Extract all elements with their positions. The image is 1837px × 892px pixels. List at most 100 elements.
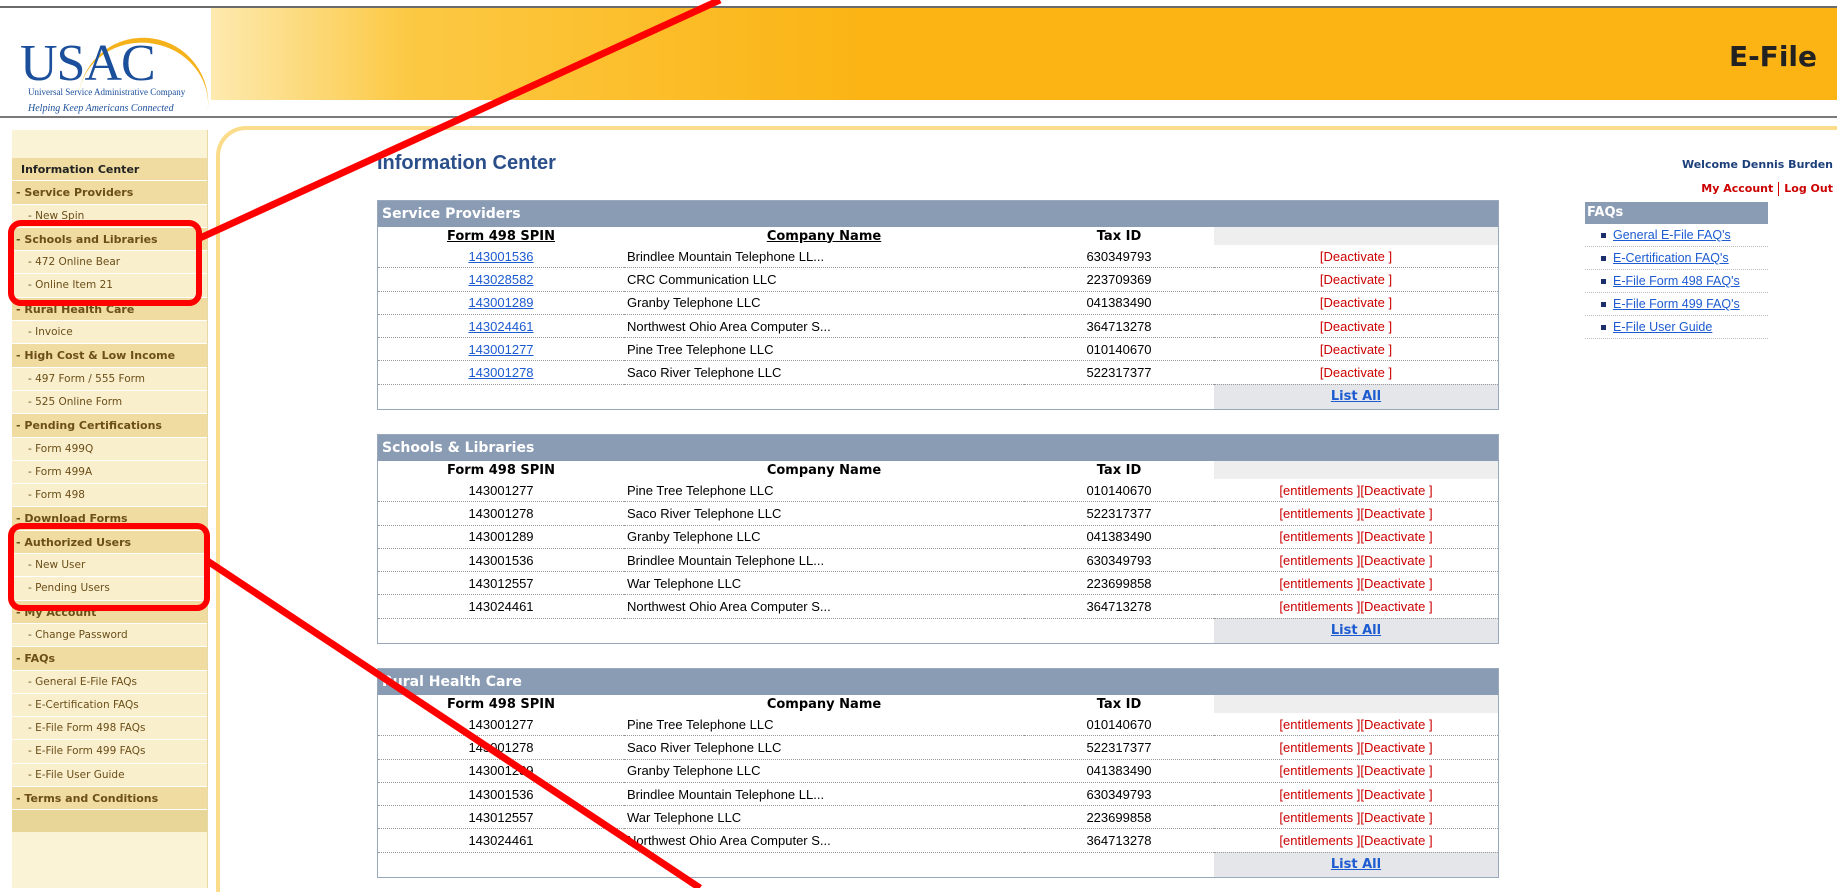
tax-id-cell: 010140670 (1024, 479, 1214, 503)
sidebar-section[interactable]: - Pending Certifications (12, 414, 207, 438)
actions-cell: [entitlements ][Deactivate ] (1214, 713, 1498, 737)
spin-cell: 143001289 (378, 759, 624, 783)
sidebar-section[interactable]: - Schools and Libraries (12, 227, 207, 252)
sidebar-section[interactable]: - High Cost & Low Income (12, 344, 207, 368)
sidebar-section[interactable]: - Rural Health Care (12, 297, 207, 322)
list-all-link[interactable]: List All (1331, 857, 1381, 872)
entitlements-link[interactable]: [entitlements ] (1279, 599, 1360, 614)
deactivate-link[interactable]: [Deactivate ] (1360, 763, 1432, 778)
deactivate-link[interactable]: [Deactivate ] (1360, 599, 1432, 614)
table-row: 143012557 War Telephone LLC 223699858 [enti… (378, 571, 1498, 596)
tax-id-cell: 041383490 (1024, 291, 1214, 315)
column-header-company[interactable]: Company Name (624, 227, 1024, 245)
deactivate-link[interactable]: [Deactivate ] (1360, 553, 1432, 568)
spin-link[interactable]: 143001289 (468, 295, 533, 310)
table-row: 143001536 Brindlee Mountain Telephone LL.… (378, 245, 1498, 269)
sidebar-item[interactable]: - Change Password (12, 623, 207, 648)
spin-link[interactable]: 143001536 (468, 249, 533, 264)
faq-link[interactable]: E-File User Guide (1613, 320, 1712, 334)
entitlements-link[interactable]: [entitlements ] (1279, 787, 1360, 802)
entitlements-link[interactable]: [entitlements ] (1279, 576, 1360, 591)
sidebar-section[interactable]: - My Account (12, 600, 207, 624)
spin-link[interactable]: 143028582 (468, 272, 533, 287)
sidebar-section[interactable]: - Terms and Conditions (12, 787, 207, 811)
faq-link[interactable]: General E-File FAQ's (1613, 228, 1731, 242)
actions-cell: [entitlements ][Deactivate ] (1214, 525, 1498, 549)
tax-id-cell: 041383490 (1024, 525, 1214, 549)
entitlements-link[interactable]: [entitlements ] (1279, 763, 1360, 778)
my-account-link[interactable]: My Account (1701, 182, 1773, 195)
sidebar-section[interactable]: - FAQs (12, 647, 207, 671)
entitlements-link[interactable]: [entitlements ] (1279, 717, 1360, 732)
deactivate-link[interactable]: [Deactivate ] (1360, 787, 1432, 802)
entitlements-link[interactable]: [entitlements ] (1279, 553, 1360, 568)
spin-link[interactable]: 143024461 (468, 319, 533, 334)
sidebar-item[interactable]: - New Spin (12, 204, 207, 228)
sidebar-title[interactable]: Information Center (12, 158, 207, 182)
deactivate-link[interactable]: [Deactivate ] (1320, 365, 1392, 380)
log-out-link[interactable]: Log Out (1784, 182, 1833, 195)
deactivate-link[interactable]: [Deactivate ] (1320, 319, 1392, 334)
table-row: 143001278 Saco River Telephone LLC 5223173… (378, 735, 1498, 760)
entitlements-link[interactable]: [entitlements ] (1279, 529, 1360, 544)
spin-link[interactable]: 143001277 (468, 342, 533, 357)
deactivate-link[interactable]: [Deactivate ] (1320, 272, 1392, 287)
sidebar-item[interactable]: - General E-File FAQs (12, 670, 207, 694)
column-header-actions (1214, 461, 1498, 479)
sidebar-item[interactable]: - Invoice (12, 321, 207, 345)
table-row: 143001536 Brindlee Mountain Telephone LL.… (378, 782, 1498, 807)
deactivate-link[interactable]: [Deactivate ] (1360, 740, 1432, 755)
list-all-link[interactable]: List All (1331, 623, 1381, 638)
entitlements-link[interactable]: [entitlements ] (1279, 740, 1360, 755)
company-cell: Granby Telephone LLC (624, 525, 1024, 549)
deactivate-link[interactable]: [Deactivate ] (1320, 295, 1392, 310)
table-header-row: Form 498 SPIN Company Name Tax ID (378, 461, 1498, 479)
company-cell: Pine Tree Telephone LLC (624, 713, 1024, 737)
actions-cell: [entitlements ][Deactivate ] (1214, 501, 1498, 526)
sidebar-item[interactable]: - Form 498 (12, 484, 207, 508)
tax-id-cell: 630349793 (1024, 245, 1214, 269)
spin-link[interactable]: 143001278 (468, 365, 533, 380)
sidebar-item[interactable]: - New User (12, 554, 207, 578)
sidebar-section[interactable]: - Service Providers (12, 181, 207, 205)
sidebar-item[interactable]: - Form 499Q (12, 437, 207, 461)
tax-id-cell: 364713278 (1024, 828, 1214, 853)
entitlements-link[interactable]: [entitlements ] (1279, 506, 1360, 521)
header: USAC Universal Service Administrative Co… (0, 0, 1837, 122)
column-header-spin[interactable]: Form 498 SPIN (378, 227, 624, 245)
deactivate-link[interactable]: [Deactivate ] (1360, 810, 1432, 825)
faq-link[interactable]: E-File Form 499 FAQ's (1613, 297, 1740, 311)
deactivate-link[interactable]: [Deactivate ] (1320, 249, 1392, 264)
sidebar-section[interactable]: - Download Forms (12, 507, 207, 531)
deactivate-link[interactable]: [Deactivate ] (1360, 576, 1432, 591)
list-all-link[interactable]: List All (1331, 389, 1381, 404)
faq-link[interactable]: E-File Form 498 FAQ's (1613, 274, 1740, 288)
deactivate-link[interactable]: [Deactivate ] (1360, 717, 1432, 732)
table-row: 143024461 Northwest Ohio Area Computer S.… (378, 594, 1498, 619)
sidebar-item[interactable]: - E-File Form 498 FAQs (12, 717, 207, 741)
sidebar-item[interactable]: - E-File User Guide (12, 763, 207, 788)
entitlements-link[interactable]: [entitlements ] (1279, 483, 1360, 498)
sidebar-item[interactable]: - Form 499A (12, 460, 207, 485)
spin-cell: 143001277 (378, 337, 624, 362)
sidebar-item[interactable]: - Pending Users (12, 577, 207, 601)
deactivate-link[interactable]: [Deactivate ] (1360, 833, 1432, 848)
entitlements-link[interactable]: [entitlements ] (1279, 810, 1360, 825)
sidebar-item[interactable]: - E-File Form 499 FAQs (12, 740, 207, 764)
spin-cell: 143001536 (378, 548, 624, 573)
deactivate-link[interactable]: [Deactivate ] (1320, 342, 1392, 357)
tax-id-cell: 630349793 (1024, 548, 1214, 573)
deactivate-link[interactable]: [Deactivate ] (1360, 529, 1432, 544)
sidebar-item[interactable]: - 472 Online Bear (12, 251, 207, 275)
deactivate-link[interactable]: [Deactivate ] (1360, 506, 1432, 521)
entitlements-link[interactable]: [entitlements ] (1279, 833, 1360, 848)
sidebar-item[interactable]: - Online Item 21 (12, 274, 207, 298)
actions-cell: [entitlements ][Deactivate ] (1214, 828, 1498, 853)
tax-id-cell: 630349793 (1024, 782, 1214, 807)
deactivate-link[interactable]: [Deactivate ] (1360, 483, 1432, 498)
faq-link[interactable]: E-Certification FAQ's (1613, 251, 1729, 265)
sidebar-item[interactable]: - 497 Form / 555 Form (12, 367, 207, 391)
sidebar-section[interactable]: - Authorized Users (12, 530, 207, 555)
sidebar-item[interactable]: - 525 Online Form (12, 390, 207, 415)
sidebar-item[interactable]: - E-Certification FAQs (12, 693, 207, 718)
